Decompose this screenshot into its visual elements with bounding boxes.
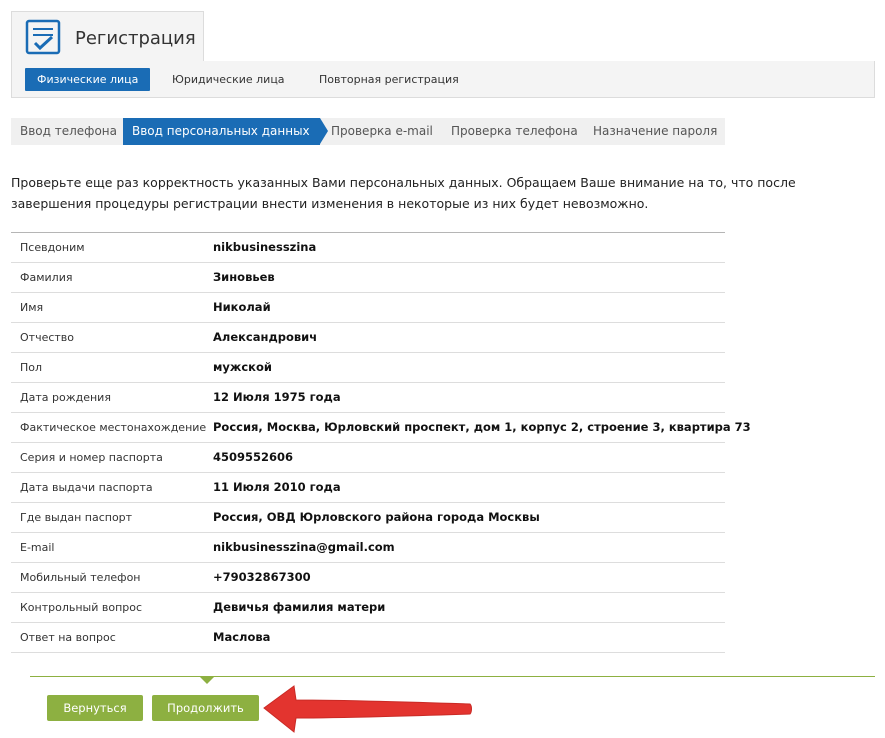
field-label: Где выдан паспорт bbox=[20, 511, 133, 524]
field-value: Зиновьев bbox=[213, 270, 275, 284]
step-password: Назначение пароля bbox=[593, 124, 718, 138]
field-value: мужской bbox=[213, 360, 272, 374]
step-personal-data: Ввод персональных данных bbox=[123, 118, 328, 145]
table-row: Где выдан паспорт Россия, ОВД Юрловского… bbox=[11, 503, 725, 533]
step-phone-check: Проверка телефона bbox=[451, 124, 578, 138]
field-value: Россия, Москва, Юрловский проспект, дом … bbox=[213, 420, 751, 434]
table-row: Фактическое местонахождение Россия, Моск… bbox=[11, 413, 751, 443]
intro-text: Проверьте еще раз корректность указанных… bbox=[11, 175, 796, 211]
field-label: Ответ на вопрос bbox=[20, 631, 116, 644]
field-value: Россия, ОВД Юрловского района города Мос… bbox=[213, 510, 540, 524]
field-label: Отчество bbox=[20, 331, 75, 344]
field-value: nikbusinesszina@gmail.com bbox=[213, 540, 395, 554]
field-value: 4509552606 bbox=[213, 450, 294, 464]
table-row: Псевдоним nikbusinesszina bbox=[11, 233, 725, 263]
checkbox-form-icon bbox=[25, 19, 61, 55]
field-label: Фамилия bbox=[20, 271, 73, 284]
registration-header: Регистрация Физические лица Юридические … bbox=[11, 11, 875, 98]
table-row: Дата рождения 12 Июля 1975 года bbox=[11, 383, 725, 413]
field-label: Серия и номер паспорта bbox=[20, 451, 163, 464]
personal-data-table: Псевдоним nikbusinesszina Фамилия Зиновь… bbox=[11, 232, 751, 653]
field-label: E-mail bbox=[20, 541, 55, 554]
field-value: Девичья фамилия матери bbox=[213, 600, 386, 614]
table-row: Серия и номер паспорта 4509552606 bbox=[11, 443, 725, 473]
step-personal-data-label: Ввод персональных данных bbox=[132, 124, 310, 138]
field-label: Имя bbox=[20, 301, 44, 314]
field-label: Псевдоним bbox=[20, 241, 85, 254]
header-title-tab: Регистрация bbox=[11, 11, 204, 61]
tab-individuals[interactable]: Физические лица bbox=[25, 68, 151, 91]
step-arrow-icon bbox=[320, 118, 328, 144]
field-value: 12 Июля 1975 года bbox=[213, 390, 341, 404]
table-row: Пол мужской bbox=[11, 353, 725, 383]
red-arrow-annotation-icon bbox=[263, 685, 472, 733]
table-row: Мобильный телефон +79032867300 bbox=[11, 563, 725, 593]
field-label: Дата рождения bbox=[20, 391, 111, 404]
field-value: Александрович bbox=[213, 330, 318, 344]
tab-legal-entities[interactable]: Юридические лица bbox=[160, 68, 297, 91]
table-row: E-mail nikbusinesszina@gmail.com bbox=[11, 533, 725, 563]
table-row: Отчество Александрович bbox=[11, 323, 725, 353]
back-button[interactable]: Вернуться bbox=[47, 695, 143, 721]
field-label: Пол bbox=[20, 361, 43, 374]
field-label: Контрольный вопрос bbox=[20, 601, 143, 614]
page-title: Регистрация bbox=[75, 28, 196, 49]
field-value: Маслова bbox=[213, 630, 271, 644]
registration-steps: Ввод телефона Ввод персональных данных П… bbox=[11, 118, 725, 145]
footer-divider bbox=[30, 676, 875, 677]
step-phone-input: Ввод телефона bbox=[20, 124, 117, 138]
table-row: Дата выдачи паспорта 11 Июля 2010 года bbox=[11, 473, 725, 503]
continue-button[interactable]: Продолжить bbox=[152, 695, 259, 721]
table-row: Ответ на вопрос Маслова bbox=[11, 623, 725, 653]
tab-repeat-registration[interactable]: Повторная регистрация bbox=[307, 68, 471, 91]
field-label: Мобильный телефон bbox=[20, 571, 141, 584]
field-label: Фактическое местонахождение bbox=[20, 421, 207, 434]
footer-notch-icon bbox=[200, 677, 214, 684]
field-label: Дата выдачи паспорта bbox=[20, 481, 153, 494]
table-row: Имя Николай bbox=[11, 293, 725, 323]
field-value: Николай bbox=[213, 300, 271, 314]
table-row: Контрольный вопрос Девичья фамилия матер… bbox=[11, 593, 725, 623]
field-value: +79032867300 bbox=[213, 570, 311, 584]
field-value: 11 Июля 2010 года bbox=[213, 480, 341, 494]
step-email-check: Проверка e-mail bbox=[331, 124, 433, 138]
field-value: nikbusinesszina bbox=[213, 240, 317, 254]
table-row: Фамилия Зиновьев bbox=[11, 263, 725, 293]
